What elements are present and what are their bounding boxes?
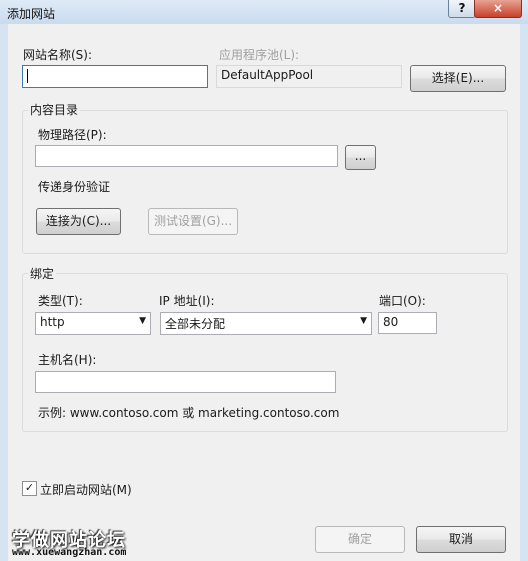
select-app-pool-button[interactable]: 选择(E)... [410, 65, 506, 92]
content-directory-title: 内容目录 [28, 101, 81, 118]
ip-address-value: 全部未分配 [165, 317, 226, 331]
type-dropdown[interactable]: http ▼ [35, 312, 151, 335]
checkmark-icon: ✓ [24, 481, 35, 494]
binding-example-text: 示例: www.contoso.com 或 marketing.contoso.… [38, 406, 340, 420]
connect-as-button[interactable]: 连接为(C)... [36, 208, 121, 235]
app-pool-field: DefaultAppPool [216, 65, 402, 88]
port-label: 端口(O): [379, 294, 426, 308]
hostname-input[interactable] [35, 371, 336, 393]
window-title: 添加网站 [7, 7, 56, 21]
close-button[interactable]: × [474, 0, 522, 18]
physical-path-input[interactable] [35, 145, 338, 167]
app-pool-label: 应用程序池(L): [219, 48, 300, 62]
type-value: http [40, 315, 65, 329]
app-pool-value: DefaultAppPool [221, 68, 314, 82]
physical-path-label: 物理路径(P): [38, 128, 107, 142]
text-cursor [27, 69, 28, 83]
port-input[interactable]: 80 [378, 312, 437, 334]
ok-button[interactable]: 确定 [315, 526, 405, 553]
binding-title: 绑定 [28, 265, 57, 282]
ip-address-dropdown[interactable]: 全部未分配 ▼ [160, 312, 372, 335]
type-label: 类型(T): [38, 294, 83, 308]
ip-address-label: IP 地址(I): [159, 294, 215, 308]
hostname-label: 主机名(H): [38, 353, 97, 367]
title-bar: 添加网站 ? × [0, 0, 528, 24]
site-name-input[interactable] [22, 65, 208, 88]
pass-through-auth-label: 传递身份验证 [38, 180, 111, 194]
start-site-checkbox[interactable]: ✓ [22, 481, 37, 496]
site-name-label: 网站名称(S): [23, 48, 93, 62]
watermark-url: www.xuewangzhan.com [12, 547, 127, 558]
chevron-down-icon: ▼ [360, 316, 367, 326]
port-value: 80 [383, 315, 399, 329]
help-button[interactable]: ? [448, 0, 476, 18]
start-site-label[interactable]: 立即启动网站(M) [40, 481, 132, 498]
test-settings-button[interactable]: 测试设置(G)... [148, 208, 238, 235]
chevron-down-icon: ▼ [139, 316, 146, 326]
browse-button[interactable]: ... [345, 145, 376, 170]
cancel-button[interactable]: 取消 [416, 526, 506, 553]
